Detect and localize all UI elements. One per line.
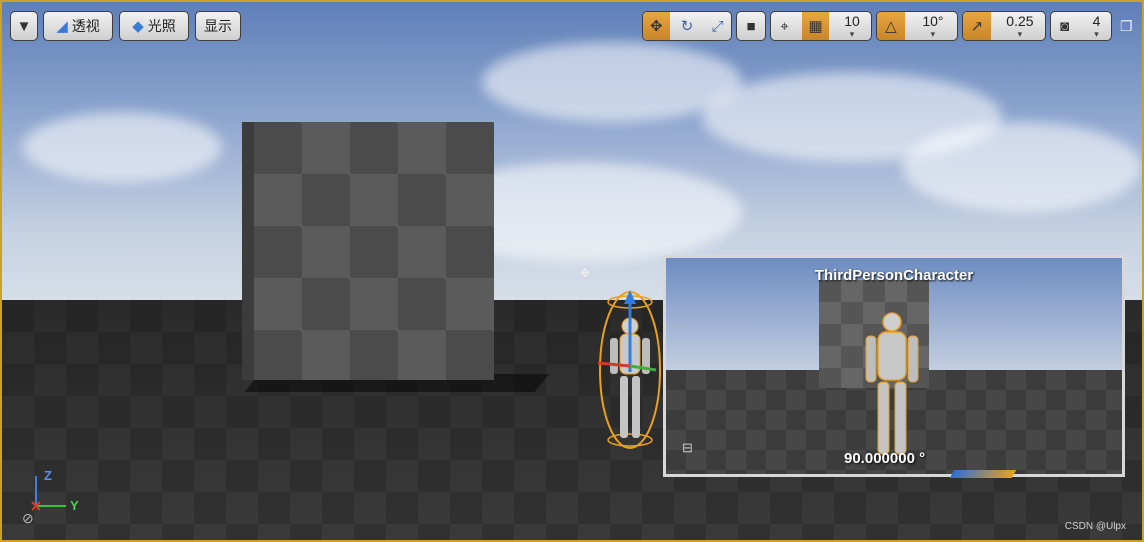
grid-snap-value: 10 — [844, 12, 860, 29]
scale-snap-toggle[interactable]: ↗ — [963, 12, 991, 40]
lit-cube-icon: ◆ — [132, 18, 144, 35]
lit-mode-label: 光照 — [147, 18, 176, 34]
selected-actor-base-marker — [949, 470, 1017, 478]
cloud — [902, 122, 1142, 212]
camera-component-icon: ⊟ — [682, 440, 693, 455]
z-axis-label: Z — [44, 468, 52, 483]
help-icon[interactable]: ⊘ — [22, 510, 34, 527]
light-source-icon[interactable]: ✥ — [580, 266, 590, 280]
perspective-icon: ◢ — [56, 18, 68, 35]
angle-icon: △ — [885, 18, 897, 35]
show-button[interactable]: 显示 — [195, 11, 241, 41]
chevron-down-icon: ▾ — [930, 28, 936, 39]
surface-snap-icon: ⌖ — [780, 17, 789, 35]
rotation-snap-value-dropdown[interactable]: 10° ▾ — [909, 12, 957, 40]
local-world-toggle-button[interactable]: ■ — [736, 11, 766, 41]
translate-tool-button[interactable]: ✥ — [643, 12, 670, 40]
grid-snap-group: ⌖ ▦ 10 ▾ — [770, 11, 872, 41]
rotate-tool-button[interactable]: ↻ — [674, 12, 701, 40]
grid-icon: ▦ — [808, 18, 823, 35]
cloud — [22, 112, 222, 182]
scale-snap-group: ↗ 0.25 ▾ — [962, 11, 1046, 41]
third-person-character-selected[interactable] — [598, 290, 662, 458]
maximize-viewport-icon[interactable]: ❐ — [1120, 18, 1133, 35]
rotation-readout: 90.000000 ° — [844, 450, 926, 467]
chevron-down-icon: ▾ — [1094, 28, 1099, 39]
rotation-snap-group: △ 10° ▾ — [876, 11, 958, 41]
preview-title: ThirdPersonCharacter — [814, 267, 974, 284]
rotate-icon: ↻ — [680, 18, 694, 35]
level-viewport[interactable]: ✥ ▼ ◢ 透视 ◆ 光照 显示 ✥ ↻ ⤢ ■ ⌖ ▦ 10 ▾ △ 10° … — [0, 0, 1144, 542]
scale-snap-icon: ↗ — [970, 18, 984, 35]
camera-speed-button[interactable]: ◙ — [1051, 12, 1078, 40]
grid-snap-value-dropdown[interactable]: 10 ▾ — [833, 12, 871, 40]
perspective-view-button[interactable]: ◢ 透视 — [43, 11, 113, 41]
rotation-snap-value: 10° — [922, 12, 944, 29]
camera-speed-value-dropdown[interactable]: 4 ▾ — [1082, 12, 1111, 40]
transform-tools-group: ✥ ↻ ⤢ — [642, 11, 732, 41]
camera-speed-value: 4 — [1092, 12, 1101, 29]
viewport-options-button[interactable]: ▼ — [10, 11, 38, 41]
world-cube-icon: ■ — [746, 17, 756, 35]
surface-snap-button[interactable]: ⌖ — [771, 12, 798, 40]
lit-mode-button[interactable]: ◆ 光照 — [119, 11, 189, 41]
y-axis-label: Y — [70, 498, 79, 513]
camera-icon: ◙ — [1060, 17, 1070, 35]
checkered-cube[interactable] — [254, 122, 494, 380]
preview-character — [865, 312, 919, 455]
watermark: CSDN @Ulpx — [1064, 521, 1126, 532]
grid-snap-toggle[interactable]: ▦ — [802, 12, 830, 40]
camera-speed-group[interactable]: ◙ 4 ▾ — [1050, 11, 1112, 41]
scale-snap-value: 0.25 — [1006, 12, 1034, 29]
chevron-down-icon: ▼ — [16, 17, 32, 35]
scale-icon: ⤢ — [711, 17, 724, 35]
show-label: 显示 — [204, 18, 232, 34]
chevron-down-icon: ▾ — [849, 28, 855, 39]
scale-tool-button[interactable]: ⤢ — [704, 12, 731, 40]
move-icon: ✥ — [650, 18, 663, 35]
chevron-down-icon: ▾ — [1017, 28, 1023, 39]
camera-preview-panel: ThirdPersonCharacter 90.000000 ° ⊟ — [663, 255, 1125, 477]
perspective-label: 透视 — [71, 18, 100, 34]
rotation-snap-toggle[interactable]: △ — [877, 12, 905, 40]
scale-snap-value-dropdown[interactable]: 0.25 ▾ — [995, 12, 1045, 40]
